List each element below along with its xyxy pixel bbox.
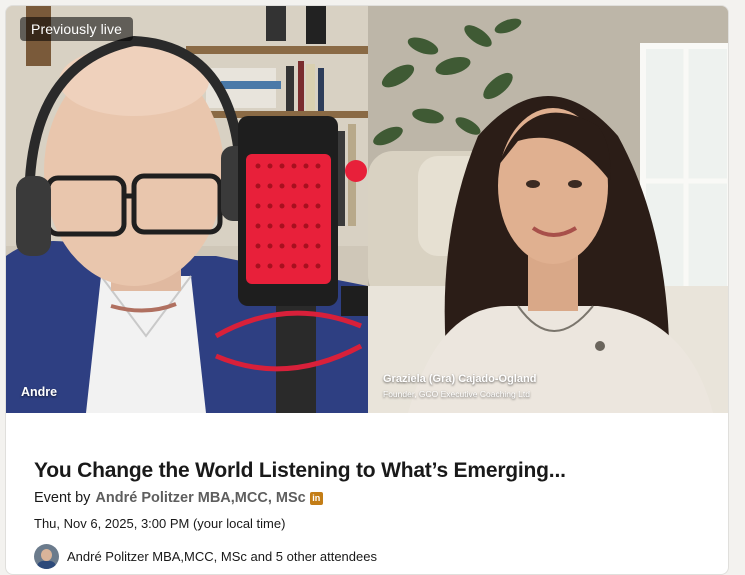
- video-player[interactable]: Previously live Andre Graziela (Gra) Caj…: [6, 6, 728, 413]
- graziela-video-frame: [368, 6, 728, 413]
- attendees-text[interactable]: André Politzer MBA,MCC, MSc and 5 other …: [67, 549, 377, 564]
- right-video-pane: Graziela (Gra) Cajado-Ogland Founder, GC…: [368, 6, 728, 413]
- event-by-prefix: Event by: [34, 490, 91, 506]
- attendees-row[interactable]: André Politzer MBA,MCC, MSc and 5 other …: [34, 544, 702, 569]
- left-video-pane: Previously live Andre: [6, 6, 368, 413]
- event-datetime: Thu, Nov 6, 2025, 3:00 PM (your local ti…: [34, 516, 286, 531]
- event-title[interactable]: You Change the World Listening to What’s…: [34, 459, 702, 483]
- event-info: You Change the World Listening to What’s…: [6, 413, 728, 569]
- linkedin-premium-icon: in: [309, 491, 323, 505]
- left-speaker-name: Andre: [21, 385, 58, 399]
- event-card: Previously live Andre Graziela (Gra) Caj…: [5, 5, 729, 575]
- event-by-line: Event by André Politzer MBA,MCC, MSc in: [34, 490, 702, 506]
- avatar-face: [41, 549, 52, 561]
- organizer-link[interactable]: André Politzer MBA,MCC, MSc: [95, 490, 305, 506]
- right-speaker-subtitle: Founder, GCO Executive Coaching Ltd: [383, 389, 530, 399]
- right-speaker-name: Graziela (Gra) Cajado-Ogland: [383, 373, 537, 385]
- previously-live-badge: Previously live: [20, 17, 133, 41]
- avatar-shirt: [37, 561, 56, 569]
- andre-video-frame: [6, 6, 368, 413]
- attendee-avatar[interactable]: [34, 544, 59, 569]
